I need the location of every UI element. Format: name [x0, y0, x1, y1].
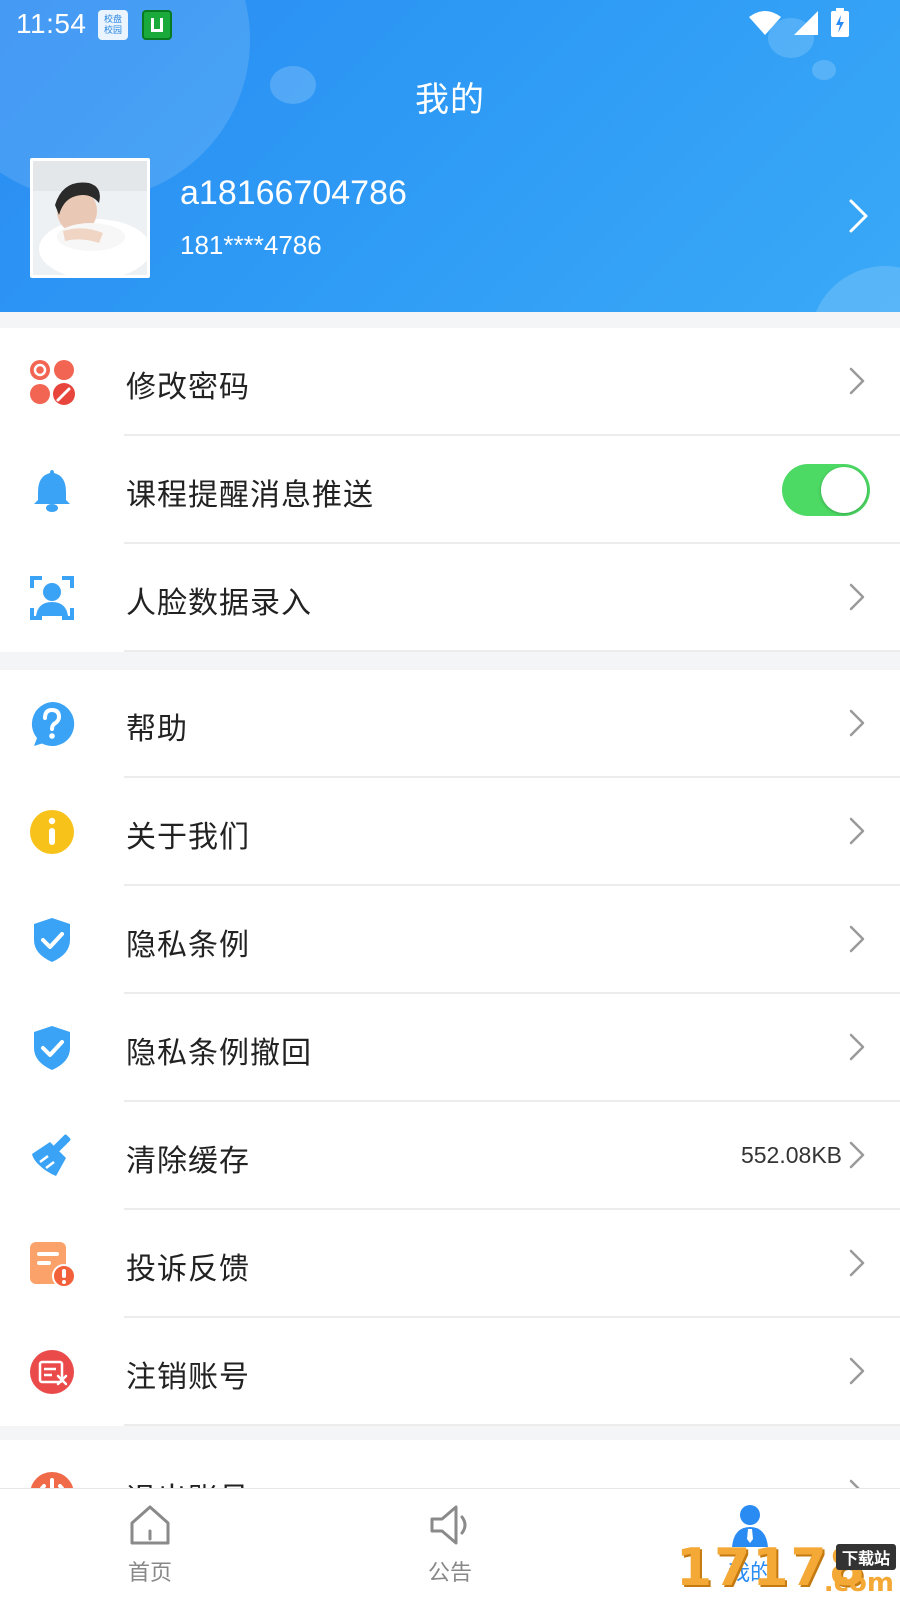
menu-item-about-us[interactable]: 关于我们	[0, 778, 900, 886]
menu-item-label: 人脸数据录入	[126, 587, 312, 620]
menu-item-label: 注销账号	[126, 1361, 250, 1394]
shield-check-icon	[34, 918, 70, 962]
menu-item-feedback[interactable]: 投诉反馈	[0, 1210, 900, 1318]
phone-number: 181****4786	[180, 230, 322, 260]
watermark-domain: .com	[823, 1568, 894, 1598]
chevron-right-icon	[849, 1033, 865, 1061]
menu-item-label: 修改密码	[126, 371, 250, 404]
tab-home[interactable]: 首页	[0, 1489, 300, 1600]
status-icons	[748, 8, 850, 38]
app-notification-icon	[142, 10, 172, 40]
chevron-right-icon	[849, 199, 868, 233]
chevron-right-icon	[849, 583, 865, 611]
profile-card[interactable]: a18166704786 181****4786	[30, 158, 870, 278]
help-icon	[31, 701, 75, 746]
deactivate-account-icon	[30, 1350, 74, 1394]
settings-group-general: 帮助 关于我们 隐私条例 隐私条例撤回 清除缓存 552.08KB 投诉反馈 注…	[0, 670, 900, 1426]
menu-item-label: 清除缓存	[126, 1145, 250, 1178]
menu-item-label: 帮助	[126, 713, 188, 746]
speaker-icon	[430, 1505, 467, 1545]
settings-group-account: 修改密码 课程提醒消息推送 人脸数据录入	[0, 328, 900, 652]
menu-item-label: 隐私条例	[126, 929, 250, 962]
status-time: 11:54	[16, 8, 87, 39]
tab-label: 首页	[127, 1560, 172, 1585]
course-reminder-toggle[interactable]	[782, 464, 870, 516]
menu-item-clear-cache[interactable]: 清除缓存 552.08KB	[0, 1102, 900, 1210]
signal-icon	[794, 11, 818, 35]
menu-item-label: 课程提醒消息推送	[126, 479, 374, 512]
status-bar: 11:54 校盘 校园	[0, 0, 900, 48]
menu-item-label: 投诉反馈	[126, 1253, 250, 1286]
chevron-right-icon	[849, 925, 865, 953]
info-icon	[30, 810, 74, 854]
wifi-icon	[749, 11, 781, 35]
chevron-right-icon	[849, 367, 865, 395]
chevron-right-icon	[849, 709, 865, 737]
bell-icon	[34, 470, 70, 512]
menu-item-label: 隐私条例撤回	[126, 1037, 312, 1070]
page-title: 我的	[415, 81, 485, 119]
menu-item-change-password[interactable]: 修改密码	[0, 328, 900, 436]
chevron-right-icon	[849, 1141, 865, 1169]
divider	[124, 1424, 900, 1426]
broom-icon	[32, 1134, 71, 1176]
menu-item-privacy-withdraw[interactable]: 隐私条例撤回	[0, 994, 900, 1102]
face-scan-icon	[30, 576, 74, 620]
campus-app-notification-icon: 校盘 校园	[98, 10, 128, 40]
tab-label: 公告	[427, 1560, 472, 1585]
menu-item-course-reminder: 课程提醒消息推送	[0, 436, 900, 544]
change-password-icon	[30, 360, 75, 405]
username: a18166704786	[180, 174, 407, 212]
chevron-right-icon	[849, 817, 865, 845]
menu-item-deactivate-account[interactable]: 注销账号	[0, 1318, 900, 1426]
battery-charging-icon	[831, 8, 849, 37]
shield-check-icon	[34, 1026, 70, 1070]
menu-item-privacy-policy[interactable]: 隐私条例	[0, 886, 900, 994]
tab-notice[interactable]: 公告	[300, 1489, 600, 1600]
watermark-tag: 下载站	[835, 1544, 896, 1570]
divider	[124, 650, 900, 652]
menu-item-help[interactable]: 帮助	[0, 670, 900, 778]
site-watermark: 17178 下载站 .com	[676, 1538, 900, 1600]
feedback-icon	[30, 1242, 76, 1288]
profile-header: 11:54 校盘 校园 我的 a18166704786 181****4786	[0, 0, 900, 312]
chevron-right-icon	[849, 1249, 865, 1277]
menu-item-label: 关于我们	[126, 821, 250, 854]
chevron-right-icon	[849, 1357, 865, 1385]
avatar-image	[33, 161, 147, 275]
cache-size: 552.08KB	[740, 1142, 842, 1168]
home-icon	[130, 1505, 170, 1545]
avatar[interactable]	[30, 158, 150, 278]
menu-item-face-data[interactable]: 人脸数据录入	[0, 544, 900, 652]
